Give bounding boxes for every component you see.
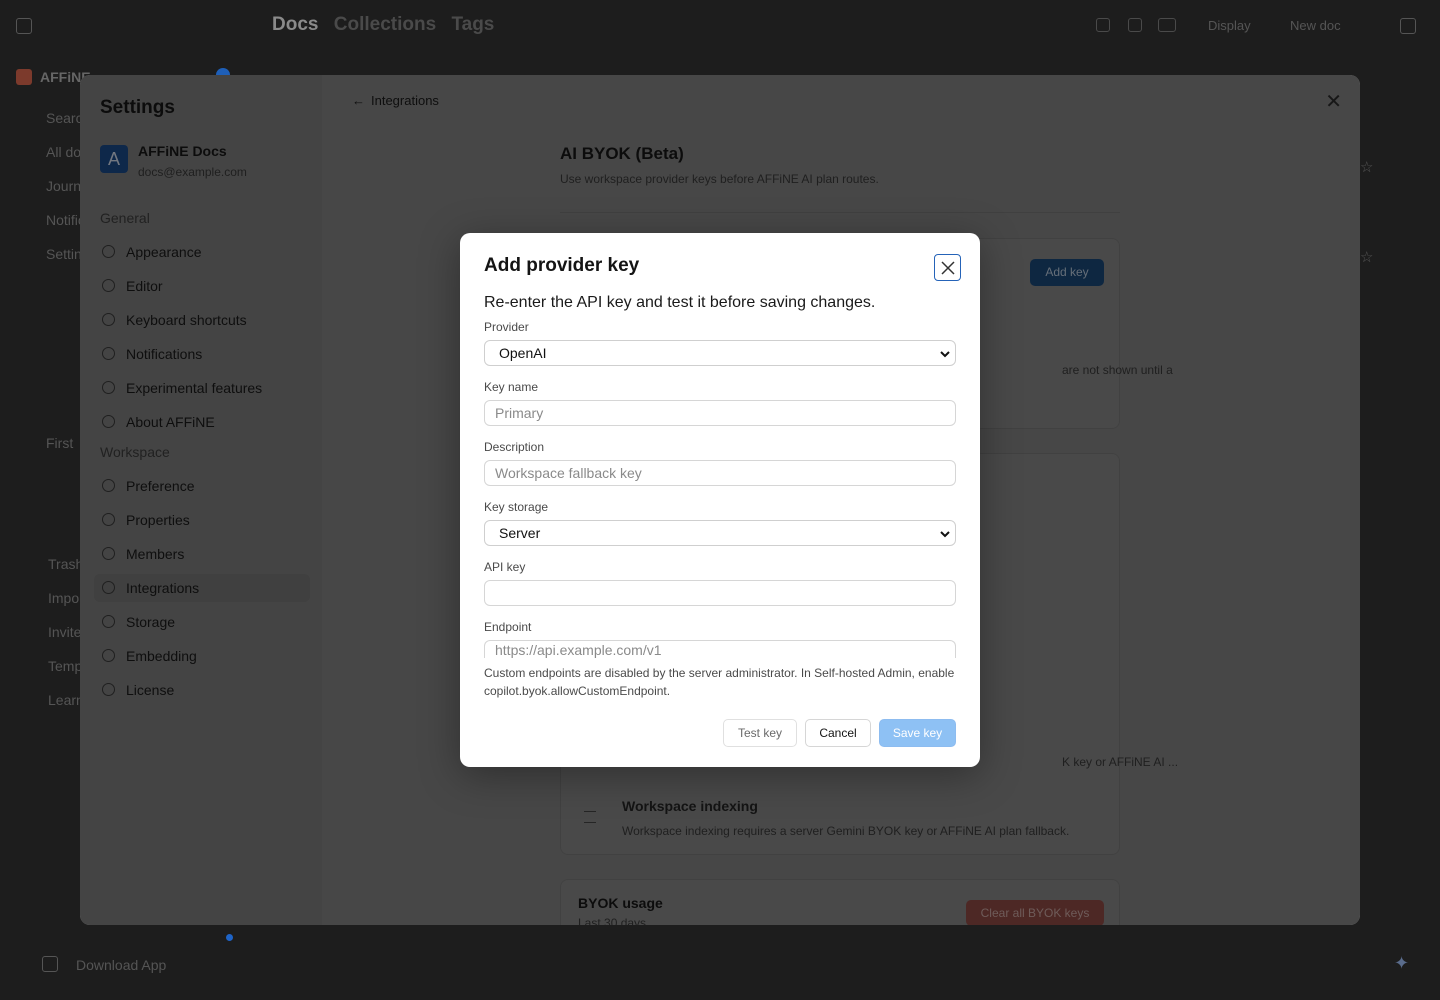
api-key-input[interactable]	[484, 580, 956, 606]
update-dot	[226, 934, 233, 941]
provider-select[interactable]: OpenAI	[484, 340, 956, 366]
key-name-input[interactable]	[484, 400, 956, 426]
endpoint-input[interactable]	[484, 640, 956, 658]
provider-value: OpenAI	[499, 345, 547, 361]
key-storage-select[interactable]: Server	[484, 520, 956, 546]
tab-tags[interactable]: Tags	[451, 14, 494, 35]
download-app-button[interactable]: Download App	[42, 956, 166, 973]
tab-docs[interactable]: Docs	[272, 14, 318, 35]
filter-icon[interactable]	[1096, 18, 1110, 32]
modal-close-button[interactable]	[934, 254, 961, 281]
modal-description: Re-enter the API key and test it before …	[484, 294, 876, 311]
chevron-down-icon	[940, 351, 950, 358]
sidebar-toggle-icon[interactable]	[16, 18, 32, 34]
right-panel-toggle-icon[interactable]	[1400, 18, 1416, 34]
description-input[interactable]	[484, 460, 956, 486]
view-tabs: Docs Collections Tags	[272, 14, 504, 36]
ai-sparkle-icon[interactable]: ✦	[1394, 954, 1412, 972]
key-storage-label: Key storage	[484, 500, 549, 514]
cancel-button[interactable]: Cancel	[805, 719, 871, 747]
key-storage-value: Server	[499, 525, 541, 541]
test-key-button[interactable]: Test key	[723, 719, 797, 747]
chevron-down-icon	[940, 531, 950, 538]
endpoint-note: Custom endpoints are disabled by the ser…	[484, 666, 955, 698]
list-view-icon[interactable]	[1158, 18, 1176, 32]
provider-label: Provider	[484, 320, 529, 334]
api-key-label: API key	[484, 560, 526, 574]
add-provider-key-modal: Add provider key Re-enter the API key an…	[460, 233, 980, 767]
endpoint-label: Endpoint	[484, 620, 532, 634]
favorite-icon: ☆	[1360, 249, 1374, 266]
close-icon	[941, 261, 955, 275]
save-key-button[interactable]: Save key	[879, 719, 956, 747]
tab-collections[interactable]: Collections	[334, 14, 436, 35]
modal-title: Add provider key	[484, 255, 640, 276]
favorite-icon: ☆	[1360, 159, 1374, 176]
description-label: Description	[484, 440, 545, 454]
new-doc-button[interactable]: New doc	[1290, 18, 1341, 33]
top-bar: Docs Collections Tags Display New doc	[0, 0, 1440, 52]
key-name-label: Key name	[484, 380, 539, 394]
grid-view-icon[interactable]	[1128, 18, 1142, 32]
display-button[interactable]: Display	[1208, 18, 1251, 33]
